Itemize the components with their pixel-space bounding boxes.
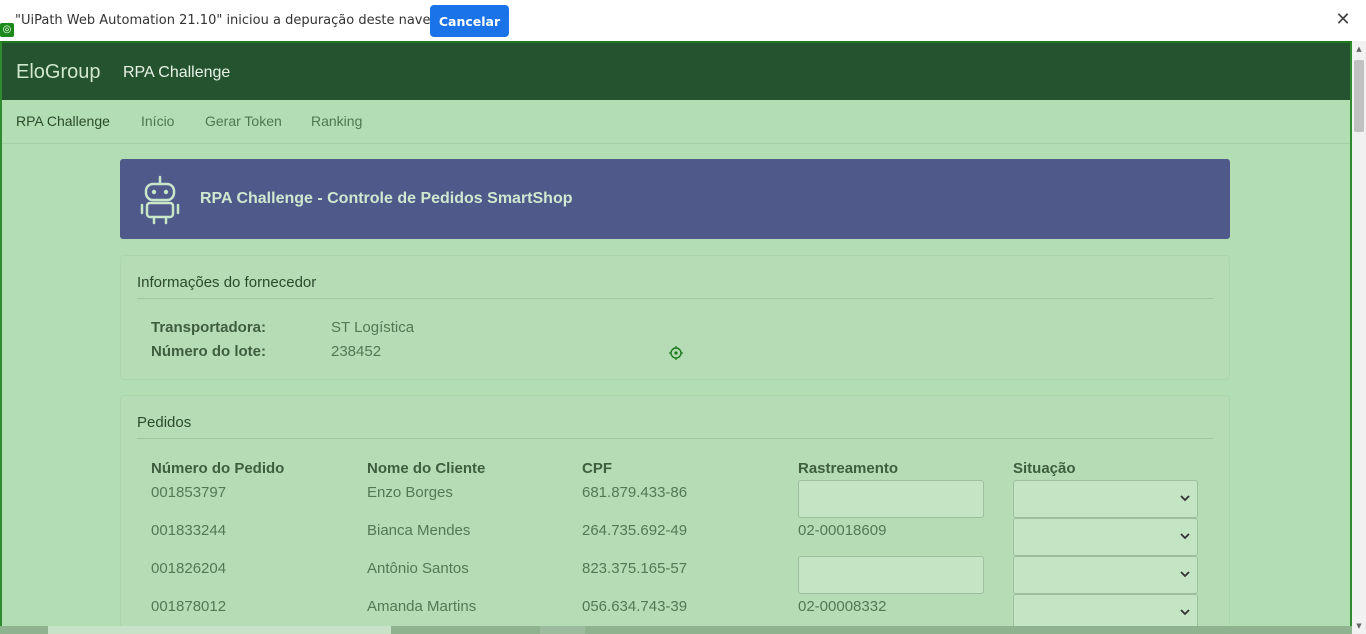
col-header-tracking: Rastreamento (798, 460, 899, 477)
navbar-subtitle[interactable]: RPA Challenge (123, 64, 230, 82)
orders-card: Pedidos Número do Pedido Nome do Cliente… (120, 395, 1230, 632)
order-number: 001833244 (151, 522, 227, 539)
uipath-badge-icon: ◎ (0, 23, 14, 37)
client-name: Antônio Santos (367, 560, 469, 577)
client-name: Bianca Mendes (367, 522, 471, 539)
client-name: Enzo Borges (367, 484, 453, 501)
orders-title: Pedidos (137, 414, 192, 431)
close-icon[interactable]: ✕ (1333, 9, 1353, 31)
status-select[interactable] (1013, 480, 1198, 518)
nav-inicio[interactable]: Início (141, 113, 174, 129)
col-header-cpf: CPF (582, 460, 612, 477)
divider (137, 438, 1213, 439)
client-name: Amanda Martins (367, 598, 477, 615)
vertical-scrollbar[interactable]: ▲ ▼ (1352, 41, 1366, 634)
col-header-client: Nome do Cliente (367, 460, 486, 477)
main-content: RPA Challenge - Controle de Pedidos Smar… (2, 144, 1350, 632)
order-number: 001878012 (151, 598, 227, 615)
status-select[interactable] (1013, 518, 1198, 556)
scroll-up-icon[interactable]: ▲ (1355, 45, 1363, 53)
page-viewport: EloGroup RPA Challenge RPA Challenge Iní… (0, 41, 1352, 634)
crosshair-target-icon (669, 346, 683, 360)
carrier-label: Transportadora: (151, 319, 267, 336)
tracking-input[interactable] (798, 480, 984, 518)
taskbar-app[interactable] (540, 626, 585, 634)
debug-infobar: "UiPath Web Automation 21.10" iniciou a … (0, 0, 1366, 41)
client-cpf: 056.634.743-39 (582, 598, 688, 615)
chevron-down-icon (1180, 571, 1190, 578)
sub-navbar: RPA Challenge Início Gerar Token Ranking (2, 100, 1350, 144)
order-number: 001853797 (151, 484, 227, 501)
supplier-title: Informações do fornecedor (137, 274, 317, 291)
batch-value: 238452 (331, 343, 382, 360)
batch-label: Número do lote: (151, 343, 266, 360)
client-cpf: 681.879.433-86 (582, 484, 688, 501)
top-navbar: EloGroup RPA Challenge (2, 43, 1350, 100)
robot-icon (140, 175, 180, 225)
brand-logo[interactable]: EloGroup (16, 61, 101, 84)
order-number: 001826204 (151, 560, 227, 577)
tracking-value: 02-00018609 (798, 522, 887, 539)
nav-rpa-challenge[interactable]: RPA Challenge (16, 113, 110, 129)
debug-message: "UiPath Web Automation 21.10" iniciou a … (15, 13, 472, 28)
taskbar-search[interactable] (48, 626, 391, 634)
divider (137, 298, 1213, 299)
tracking-input[interactable] (798, 556, 984, 594)
tracking-value: 02-00008332 (798, 598, 887, 615)
carrier-value: ST Logística (331, 319, 415, 336)
nav-ranking[interactable]: Ranking (311, 113, 362, 129)
status-select[interactable] (1013, 556, 1198, 594)
client-cpf: 823.375.165-57 (582, 560, 688, 577)
supplier-card: Informações do fornecedor Transportadora… (120, 255, 1230, 380)
col-header-order: Número do Pedido (151, 460, 285, 477)
chevron-down-icon (1180, 533, 1190, 540)
cancel-button[interactable]: Cancelar (430, 5, 509, 37)
page-header: RPA Challenge - Controle de Pedidos Smar… (120, 159, 1230, 239)
scroll-down-icon[interactable]: ▼ (1355, 622, 1363, 630)
taskbar-strip (0, 626, 1352, 634)
page-title: RPA Challenge - Controle de Pedidos Smar… (200, 190, 573, 207)
nav-gerar-token[interactable]: Gerar Token (205, 113, 282, 129)
chevron-down-icon (1180, 495, 1190, 502)
scrollbar-thumb[interactable] (1354, 60, 1364, 132)
col-header-status: Situação (1013, 460, 1076, 477)
client-cpf: 264.735.692-49 (582, 522, 688, 539)
chevron-down-icon (1180, 609, 1190, 616)
